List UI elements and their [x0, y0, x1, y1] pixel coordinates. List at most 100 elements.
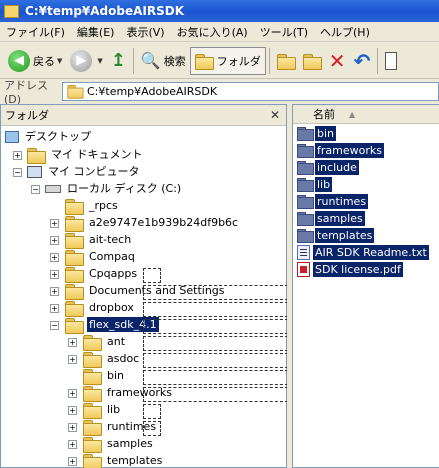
- back-label: 戻る: [33, 54, 55, 68]
- tree-item-templates[interactable]: templates: [83, 452, 164, 468]
- tree-item-compaq[interactable]: Compaq: [65, 248, 137, 266]
- move-to-button[interactable]: [273, 47, 299, 75]
- tree-item-bin[interactable]: bin: [83, 367, 126, 385]
- delete-button[interactable]: ✕: [325, 47, 350, 75]
- folder-icon: [65, 232, 84, 249]
- menu-tools[interactable]: ツール(T): [254, 24, 314, 40]
- collapse-minus-icon[interactable]: −: [50, 321, 59, 330]
- folder-tree-pane: フォルダ ✕ デスクトップ + マイ ドキュメント − マイ コンピュータ − …: [0, 104, 288, 468]
- menu-view[interactable]: 表示(V): [120, 24, 170, 40]
- column-header-name[interactable]: 名前 ▲: [293, 105, 439, 124]
- tree-item-label: templates: [107, 454, 163, 467]
- tree-item-dropbox[interactable]: dropbox: [65, 299, 136, 317]
- undo-button[interactable]: ↶: [350, 47, 375, 75]
- file-list-item[interactable]: bin: [297, 125, 337, 142]
- expand-plus-icon[interactable]: +: [13, 151, 22, 160]
- explorer-window: C:¥temp¥AdobeAIRSDK ファイル(F) 編集(E) 表示(V) …: [0, 0, 439, 468]
- file-list-item[interactable]: frameworks: [297, 142, 384, 159]
- folder-icon: [83, 436, 102, 453]
- forward-button[interactable]: ▶ ▼: [66, 47, 106, 75]
- tree-item-samples[interactable]: samples: [83, 435, 155, 453]
- back-button[interactable]: ◀ 戻る ▼: [4, 47, 66, 75]
- drag-outline: [143, 387, 288, 402]
- tree-item-a2e9[interactable]: a2e9747e1b939b24df9b6c: [65, 214, 240, 232]
- tree-item-label: lib: [107, 403, 121, 416]
- search-button[interactable]: 🔍 検索: [137, 47, 190, 75]
- file-name: AIR SDK Readme.txt: [313, 245, 429, 260]
- expand-plus-icon[interactable]: +: [68, 457, 77, 466]
- address-bar: アドレス(D) C:¥temp¥AdobeAIRSDK: [0, 79, 439, 106]
- back-dropdown-icon[interactable]: ▼: [57, 57, 62, 65]
- menu-file[interactable]: ファイル(F): [0, 24, 71, 40]
- tree-item-rpcs[interactable]: _rpcs: [65, 197, 120, 215]
- expand-plus-icon[interactable]: +: [50, 253, 59, 262]
- folder-icon: [83, 334, 102, 351]
- expand-plus-icon[interactable]: +: [68, 338, 77, 347]
- tree-item-my-computer[interactable]: マイ コンピュータ: [27, 163, 142, 180]
- tree-item-ant[interactable]: ant: [83, 333, 127, 351]
- expand-plus-icon[interactable]: +: [68, 406, 77, 415]
- computer-icon: [27, 165, 42, 178]
- toolbar-separator: [268, 47, 270, 74]
- tree-item-lib[interactable]: lib: [83, 401, 122, 419]
- expand-plus-icon[interactable]: +: [50, 287, 59, 296]
- tree-item-label: デスクトップ: [25, 130, 91, 143]
- expand-plus-icon[interactable]: +: [68, 440, 77, 449]
- folder-icon: [297, 212, 314, 226]
- pdf-file-icon: [297, 262, 310, 277]
- sort-ascending-icon: ▲: [349, 109, 356, 119]
- folder-icon: [83, 385, 102, 402]
- file-list-item[interactable]: runtimes: [297, 193, 369, 210]
- address-value: C:¥temp¥AdobeAIRSDK: [87, 84, 218, 98]
- folder-icon: [83, 453, 102, 468]
- tree-item-label: asdoc: [107, 352, 140, 365]
- file-list-item[interactable]: lib: [297, 176, 333, 193]
- menu-favorites[interactable]: お気に入り(A): [171, 24, 254, 40]
- file-name: bin: [315, 126, 337, 141]
- file-name: lib: [315, 177, 333, 192]
- expand-plus-icon[interactable]: +: [68, 355, 77, 364]
- collapse-minus-icon[interactable]: −: [13, 168, 22, 177]
- close-icon[interactable]: ✕: [268, 108, 282, 122]
- tree-item-desktop[interactable]: デスクトップ: [5, 128, 93, 145]
- tree-item-cpqapps[interactable]: Cpqapps: [65, 265, 139, 283]
- drag-outline: [143, 302, 288, 317]
- folder-icon: [297, 178, 314, 192]
- folder-icon: [27, 147, 46, 164]
- address-input[interactable]: C:¥temp¥AdobeAIRSDK: [62, 81, 439, 101]
- forward-arrow-icon: ▶: [70, 49, 93, 72]
- toolbar: ◀ 戻る ▼ ▶ ▼ ↥ 🔍 検索 フォルダ ✕ ↶: [0, 43, 439, 79]
- folder-icon: [297, 127, 314, 141]
- file-list-item[interactable]: samples: [297, 210, 365, 227]
- collapse-minus-icon[interactable]: −: [31, 185, 40, 194]
- title-bar[interactable]: C:¥temp¥AdobeAIRSDK: [0, 0, 439, 22]
- folder-icon: [65, 300, 84, 317]
- file-list-item[interactable]: templates: [297, 227, 375, 244]
- file-list-item[interactable]: include: [297, 159, 359, 176]
- file-list-item[interactable]: SDK license.pdf: [297, 261, 403, 278]
- forward-dropdown-icon[interactable]: ▼: [97, 57, 102, 65]
- views-button[interactable]: [381, 47, 401, 75]
- expand-plus-icon[interactable]: +: [50, 236, 59, 245]
- expand-plus-icon[interactable]: +: [68, 389, 77, 398]
- tree-item-local-disk[interactable]: ローカル ディスク (C:): [45, 180, 183, 197]
- menu-edit[interactable]: 編集(E): [71, 24, 121, 40]
- drive-icon: [45, 184, 61, 193]
- up-folder-button[interactable]: ↥: [107, 47, 130, 75]
- tree-item-asdoc[interactable]: asdoc: [83, 350, 141, 368]
- file-list-item[interactable]: AIR SDK Readme.txt: [297, 244, 429, 261]
- menu-help[interactable]: ヘルプ(H): [314, 24, 376, 40]
- expand-plus-icon[interactable]: +: [50, 219, 59, 228]
- file-name: SDK license.pdf: [313, 262, 403, 277]
- expand-plus-icon[interactable]: +: [50, 304, 59, 313]
- search-label: 検索: [163, 54, 186, 68]
- tree-item-ait-tech[interactable]: ait-tech: [65, 231, 133, 249]
- toolbar-separator: [132, 47, 134, 74]
- expand-plus-icon[interactable]: +: [50, 270, 59, 279]
- expand-plus-icon[interactable]: +: [68, 423, 77, 432]
- copy-to-button[interactable]: [299, 47, 325, 75]
- folders-button[interactable]: フォルダ: [189, 46, 266, 75]
- up-folder-icon: ↥: [110, 50, 126, 71]
- folder-icon: [65, 215, 84, 232]
- tree-item-my-documents[interactable]: マイ ドキュメント: [27, 146, 145, 164]
